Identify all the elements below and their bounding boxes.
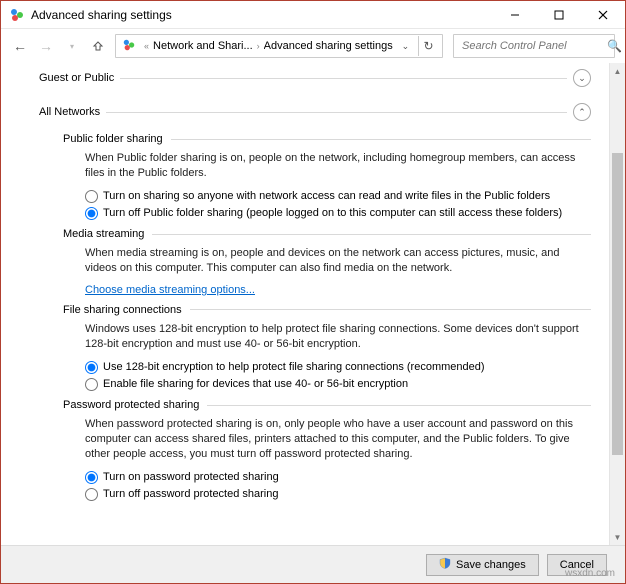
watermark: wsxdn.com	[565, 568, 615, 579]
minimize-button[interactable]	[493, 1, 537, 28]
divider	[106, 112, 567, 113]
content-wrap: Guest or Public ⌄ All Networks ⌃ Public …	[1, 63, 625, 545]
section-desc: When password protected sharing is on, o…	[85, 417, 591, 462]
forward-button[interactable]: →	[37, 37, 55, 55]
save-changes-button[interactable]: Save changes	[426, 554, 539, 576]
close-button[interactable]	[581, 1, 625, 28]
media-streaming-link[interactable]: Choose media streaming options...	[85, 284, 591, 296]
profile-all-networks: All Networks ⌃ Public folder sharing Whe…	[39, 99, 591, 501]
save-label: Save changes	[456, 559, 526, 571]
window: Advanced sharing settings ← → ▾ « Networ…	[0, 0, 626, 584]
radio-pps-off[interactable]	[85, 488, 98, 501]
divider	[207, 405, 591, 406]
footer: Save changes Cancel	[1, 545, 625, 583]
option-pps-off[interactable]: Turn off password protected sharing	[85, 487, 591, 501]
network-sharing-icon	[9, 7, 25, 23]
titlebar: Advanced sharing settings	[1, 1, 625, 29]
up-button[interactable]	[89, 37, 107, 55]
profile-label-all: All Networks	[39, 106, 100, 118]
profile-header-all[interactable]: All Networks ⌃	[39, 99, 591, 125]
network-sharing-icon	[122, 38, 136, 55]
divider	[171, 139, 591, 140]
section-password-protected-sharing: Password protected sharing When password…	[63, 399, 591, 501]
breadcrumb[interactable]: « Network and Shari... › Advanced sharin…	[115, 34, 443, 58]
section-desc: When media streaming is on, people and d…	[85, 246, 591, 276]
chevron-down-icon[interactable]: ⌄	[573, 69, 591, 87]
chevron-left-icon: «	[144, 41, 149, 51]
refresh-button[interactable]: ↻	[418, 36, 438, 56]
chevron-right-icon: ›	[257, 41, 260, 51]
scroll-down-icon[interactable]: ▼	[610, 529, 625, 545]
chevron-up-icon[interactable]: ⌃	[573, 103, 591, 121]
section-desc: Windows uses 128-bit encryption to help …	[85, 322, 591, 352]
back-button[interactable]: ←	[11, 37, 29, 55]
content: Guest or Public ⌄ All Networks ⌃ Public …	[1, 63, 609, 545]
scrollbar-thumb[interactable]	[612, 153, 623, 455]
radio-pfs-off[interactable]	[85, 207, 98, 220]
section-file-sharing-connections: File sharing connections Windows uses 12…	[63, 304, 591, 391]
window-title: Advanced sharing settings	[31, 8, 493, 22]
option-pfs-off[interactable]: Turn off Public folder sharing (people l…	[85, 206, 591, 220]
section-title: Public folder sharing	[63, 133, 163, 145]
navbar: ← → ▾ « Network and Shari... › Advanced …	[1, 29, 625, 63]
divider	[152, 234, 591, 235]
section-desc: When Public folder sharing is on, people…	[85, 151, 591, 181]
maximize-button[interactable]	[537, 1, 581, 28]
option-label: Turn off Public folder sharing (people l…	[103, 206, 562, 220]
profile-guest-public: Guest or Public ⌄	[39, 65, 591, 91]
window-buttons	[493, 1, 625, 28]
option-label: Turn off password protected sharing	[103, 487, 278, 501]
search-input[interactable]	[460, 39, 607, 53]
section-title: Media streaming	[63, 228, 144, 240]
section-title: File sharing connections	[63, 304, 182, 316]
radio-enc-128[interactable]	[85, 361, 98, 374]
radio-pfs-on[interactable]	[85, 190, 98, 203]
scroll-up-icon[interactable]: ▲	[610, 63, 625, 79]
option-enc-40-56[interactable]: Enable file sharing for devices that use…	[85, 377, 591, 391]
radio-enc-40-56[interactable]	[85, 378, 98, 391]
section-media-streaming: Media streaming When media streaming is …	[63, 228, 591, 296]
breadcrumb-segment-parent[interactable]: Network and Shari...	[153, 40, 253, 52]
shield-icon	[439, 557, 451, 572]
search-icon[interactable]: 🔍	[607, 39, 622, 53]
breadcrumb-dropdown[interactable]: ⌄	[398, 39, 412, 53]
option-enc-128[interactable]: Use 128-bit encryption to help protect f…	[85, 360, 591, 374]
option-pfs-on[interactable]: Turn on sharing so anyone with network a…	[85, 189, 591, 203]
radio-pps-on[interactable]	[85, 471, 98, 484]
section-public-folder-sharing: Public folder sharing When Public folder…	[63, 133, 591, 220]
breadcrumb-segment-current[interactable]: Advanced sharing settings	[264, 40, 393, 52]
search-box[interactable]: 🔍	[453, 34, 615, 58]
divider	[120, 78, 567, 79]
section-title: Password protected sharing	[63, 399, 199, 411]
option-label: Use 128-bit encryption to help protect f…	[103, 360, 485, 374]
option-label: Turn on password protected sharing	[103, 470, 279, 484]
option-label: Enable file sharing for devices that use…	[103, 377, 408, 391]
recent-dropdown[interactable]: ▾	[63, 37, 81, 55]
option-pps-on[interactable]: Turn on password protected sharing	[85, 470, 591, 484]
option-label: Turn on sharing so anyone with network a…	[103, 189, 550, 203]
profile-label-guest: Guest or Public	[39, 72, 114, 84]
profile-header-guest[interactable]: Guest or Public ⌄	[39, 65, 591, 91]
scrollbar[interactable]: ▲ ▼	[609, 63, 625, 545]
divider	[190, 309, 591, 310]
